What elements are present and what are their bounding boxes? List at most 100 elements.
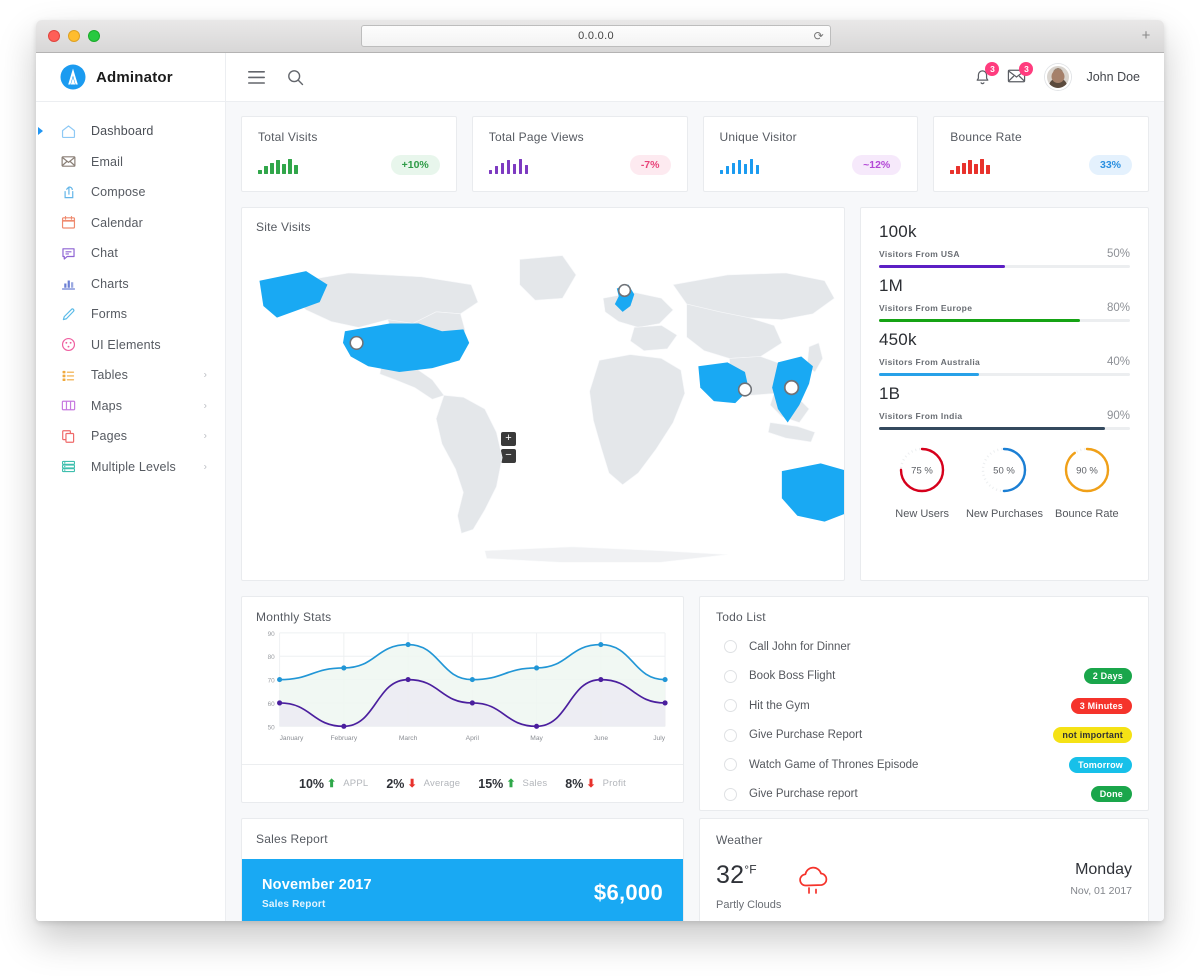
stat-card-title: Total Page Views [488, 130, 584, 144]
metric-value: 15% [478, 776, 504, 791]
todo-text: Give Purchase Report [749, 729, 863, 742]
search-icon[interactable] [287, 69, 304, 86]
map-marker-uk[interactable] [617, 283, 632, 298]
donut-label: New Users [895, 508, 950, 520]
donut-new-users: 75 % New Users [881, 444, 963, 520]
todo-badge: Done [1090, 786, 1132, 803]
todo-checkbox[interactable] [724, 728, 737, 742]
todo-list-title: Todo List [716, 610, 766, 624]
bottom-right-column: Todo List Call John for Dinner Book Boss… [699, 596, 1149, 921]
trend-up-icon: ⬆ [327, 778, 337, 790]
address-bar[interactable]: 0.0.0.0 ⟳ [361, 25, 831, 47]
map-marker-saudi[interactable] [737, 382, 753, 397]
sidebar-item-calendar[interactable]: Calendar [36, 208, 225, 239]
sidebar-item-label: Maps [91, 398, 123, 413]
map-region-australia[interactable] [781, 463, 858, 522]
svg-text:60: 60 [268, 701, 276, 708]
todo-item[interactable]: Call John for Dinner [716, 632, 1132, 662]
sidebar-item-pages[interactable]: Pages › [36, 421, 225, 452]
map-region-usa[interactable] [342, 323, 470, 373]
sidebar-item-maps[interactable]: Maps › [36, 391, 225, 422]
world-map[interactable] [242, 234, 859, 580]
topbar: 3 3 John Doe [226, 53, 1164, 102]
maximize-window-button[interactable] [88, 30, 100, 42]
pages-copy-icon [62, 429, 75, 443]
minimize-window-button[interactable] [68, 30, 80, 42]
todo-item[interactable]: Hit the Gym 3 Minutes [716, 691, 1132, 721]
pencil-icon [62, 308, 75, 320]
visitor-percent: 80% [1106, 302, 1130, 314]
sidebar-item-chat[interactable]: Chat [36, 238, 225, 269]
sidebar-item-email[interactable]: Email [36, 147, 225, 178]
new-tab-button[interactable]: + [1138, 28, 1154, 45]
palette-icon [61, 338, 76, 352]
sidebar-item-ui-elements[interactable]: UI Elements [36, 330, 225, 361]
weather-body: 32°F Partly Clouds Monday Nov, 01 2017 [716, 861, 1132, 911]
todo-checkbox[interactable] [724, 787, 737, 801]
map-marker-india[interactable] [783, 379, 800, 396]
progress-fill [879, 265, 1005, 268]
metric-name: Profit [602, 778, 626, 789]
todo-checkbox[interactable] [724, 640, 737, 654]
svg-text:80: 80 [268, 654, 276, 661]
notifications-badge: 3 [985, 61, 1000, 76]
close-window-button[interactable] [48, 30, 60, 42]
svg-text:50: 50 [268, 724, 276, 731]
todo-item[interactable]: Give Purchase Report not important [716, 721, 1132, 751]
hamburger-menu-icon[interactable] [248, 70, 265, 84]
progress-track [879, 265, 1130, 268]
sparkline-chart [719, 157, 759, 174]
sidebar-item-label: Charts [91, 276, 129, 291]
todo-text: Book Boss Flight [749, 670, 836, 683]
app-body: Adminator Dashboard Email Compose Calend… [36, 53, 1164, 921]
map-marker-usa[interactable] [349, 335, 364, 351]
todo-list-card: Todo List Call John for Dinner Book Boss… [699, 596, 1149, 811]
todo-checkbox[interactable] [724, 669, 737, 683]
messages-button[interactable]: 3 [1007, 61, 1034, 87]
sales-report-banner[interactable]: November 2017 Sales Report $6,000 [242, 859, 683, 921]
chevron-right-icon: › [203, 400, 207, 412]
todo-checkbox[interactable] [724, 758, 737, 772]
sidebar-item-multiple-levels[interactable]: Multiple Levels › [36, 452, 225, 483]
todo-item[interactable]: Give Purchase report Done [716, 780, 1132, 810]
window-controls[interactable] [36, 30, 100, 42]
metric-appl: 10% ⬆ APPL [299, 777, 368, 791]
sales-report-header: Sales Report [242, 819, 683, 859]
stat-delta-badge: +10% [390, 155, 440, 175]
brand[interactable]: Adminator [36, 53, 225, 102]
stat-delta-badge: 33% [1088, 155, 1132, 175]
visitor-value: 450k [879, 330, 917, 349]
sidebar-item-tables[interactable]: Tables › [36, 360, 225, 391]
bar-chart-icon [61, 280, 76, 290]
main-content: Total Visits +10% Total Page Views -7% U… [226, 102, 1164, 921]
sidebar-item-dashboard[interactable]: Dashboard [36, 116, 225, 147]
visitor-stat-india: 1B Visitors From India 90% [879, 384, 1130, 430]
sidebar-item-charts[interactable]: Charts [36, 269, 225, 300]
metric-name: Average [423, 778, 461, 789]
todo-item[interactable]: Book Boss Flight 2 Days [716, 662, 1132, 692]
reload-icon[interactable]: ⟳ [814, 29, 824, 43]
bottom-row: Monthly Stats 50 60 70 80 90 January February M… [241, 596, 1149, 921]
levels-icon [61, 461, 76, 473]
sidebar-item-label: Tables [91, 368, 129, 383]
todo-checkbox[interactable] [724, 699, 737, 713]
sidebar-item-label: UI Elements [91, 337, 161, 352]
screenshot-root: 0.0.0.0 ⟳ + Adminator Dashboard Email Co… [0, 0, 1200, 976]
progress-fill [879, 373, 980, 376]
metric-value: 10% [299, 776, 325, 791]
visitor-percent: 90% [1106, 410, 1130, 422]
chevron-right-icon: › [203, 430, 207, 442]
todo-badge: not important [1053, 727, 1132, 744]
user-avatar[interactable] [1045, 64, 1072, 90]
todo-item[interactable]: Watch Game of Thrones Episode Tomorrow [716, 750, 1132, 780]
monthly-stats-chart[interactable]: 50 60 70 80 90 January February March April May Ju… [256, 624, 669, 749]
sidebar-item-label: Compose [91, 185, 146, 200]
weather-day: Monday [1075, 861, 1132, 878]
svg-text:March: March [399, 735, 418, 742]
visitor-value: 1B [879, 384, 901, 403]
sidebar-item-compose[interactable]: Compose [36, 177, 225, 208]
sidebar-item-forms[interactable]: Forms [36, 299, 225, 330]
notifications-button[interactable]: 3 [973, 61, 1000, 87]
sales-report-card: Sales Report November 2017 Sales Report … [241, 818, 684, 921]
stat-card-total-page-views: Total Page Views -7% [471, 116, 688, 192]
